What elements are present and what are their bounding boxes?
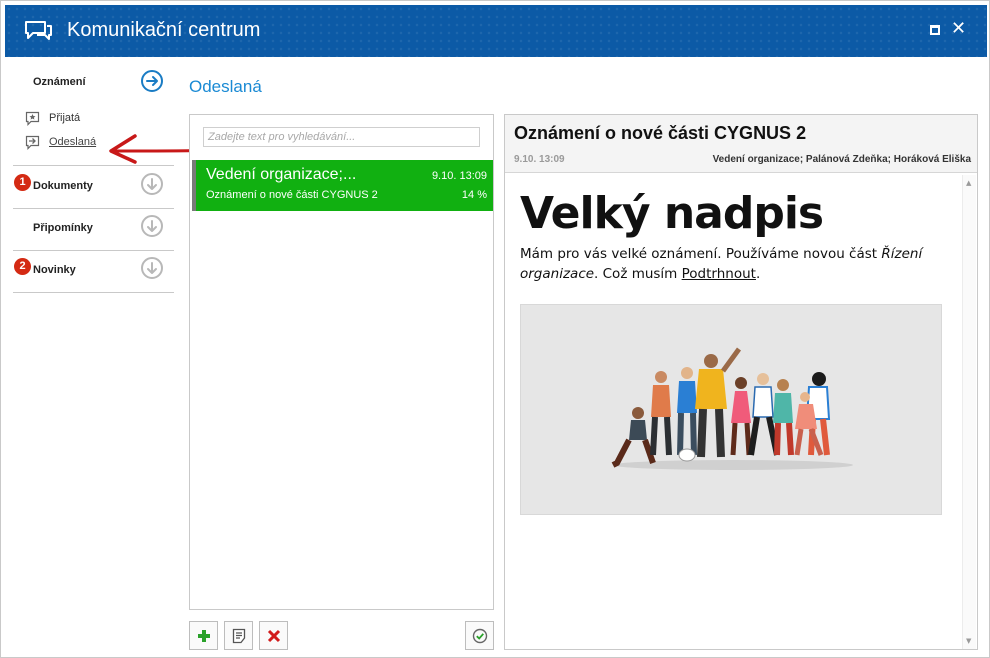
maximize-button[interactable] bbox=[930, 25, 940, 35]
scroll-up-icon[interactable]: ▲ bbox=[966, 179, 971, 187]
message-read-progress: 14 % bbox=[461, 189, 487, 201]
title-bar: Komunikační centrum ✕ bbox=[5, 5, 987, 57]
para-text: . bbox=[755, 266, 761, 282]
communication-window: Komunikační centrum ✕ Oznámení Přijatá O… bbox=[0, 0, 990, 658]
arrow-down-icon[interactable] bbox=[141, 173, 163, 195]
note-button[interactable] bbox=[224, 621, 253, 650]
confirm-button[interactable] bbox=[465, 621, 494, 650]
nav-section-reminders[interactable]: Připomínky bbox=[13, 209, 174, 251]
para-text: . Což musím bbox=[594, 266, 682, 282]
arrow-down-icon[interactable] bbox=[141, 257, 163, 279]
delete-button[interactable] bbox=[259, 621, 288, 650]
check-circle-icon bbox=[472, 628, 488, 644]
page-title: Odeslaná bbox=[189, 77, 262, 96]
plus-icon bbox=[198, 630, 210, 642]
nav-label-reminders: Připomínky bbox=[33, 222, 93, 234]
outbox-arrow-icon bbox=[25, 135, 41, 153]
message-list-panel: Zadejte text pro vyhledávání... Vedení o… bbox=[189, 114, 494, 610]
chat-bubbles-icon bbox=[23, 20, 53, 46]
arrow-down-icon[interactable] bbox=[141, 215, 163, 237]
scroll-down-icon[interactable]: ▼ bbox=[966, 637, 971, 645]
para-underlined: Podtrhnout bbox=[681, 266, 756, 282]
detail-header: Oznámení o nové části CYGNUS 2 9.10. 13:… bbox=[505, 115, 977, 173]
arrow-right-icon[interactable] bbox=[141, 70, 163, 92]
search-input[interactable]: Zadejte text pro vyhledávání... bbox=[203, 127, 480, 147]
add-button[interactable] bbox=[189, 621, 218, 650]
documents-badge: 1 bbox=[14, 174, 31, 191]
message-recipients: Vedení organizace;... bbox=[206, 166, 357, 183]
inbox-star-icon bbox=[25, 111, 41, 129]
detail-title: Oznámení o nové části CYGNUS 2 bbox=[514, 123, 807, 143]
message-subject: Oznámení o nové části CYGNUS 2 bbox=[206, 189, 378, 201]
nav-section-news[interactable]: 2 Novinky bbox=[13, 251, 174, 293]
sidebar-label-sent: Odeslaná bbox=[49, 136, 97, 148]
body-paragraph: Mám pro vás velké oznámení. Používáme no… bbox=[520, 244, 940, 284]
close-button[interactable]: ✕ bbox=[951, 19, 966, 39]
detail-recipients: Vedení organizace; Palánová Zdeňka; Horá… bbox=[712, 154, 971, 165]
detail-scrollbar[interactable]: ▲ ▼ bbox=[962, 175, 976, 649]
window-title: Komunikační centrum bbox=[67, 19, 261, 41]
message-date: 9.10. 13:09 bbox=[431, 170, 487, 182]
sidebar-label-received: Přijatá bbox=[49, 112, 81, 124]
note-icon bbox=[232, 628, 246, 644]
list-item[interactable]: Vedení organizace;... 9.10. 13:09 Oznáme… bbox=[192, 160, 493, 211]
news-badge: 2 bbox=[14, 258, 31, 275]
nav-label-documents: Dokumenty bbox=[33, 180, 93, 192]
delete-icon bbox=[267, 629, 281, 643]
message-detail-panel: Oznámení o nové části CYGNUS 2 9.10. 13:… bbox=[504, 114, 978, 650]
detail-date: 9.10. 13:09 bbox=[514, 154, 565, 165]
nav-label-announcements: Oznámení bbox=[33, 76, 86, 88]
people-illustration bbox=[520, 304, 942, 515]
body-heading: Velký nadpis bbox=[520, 188, 824, 239]
nav-label-news: Novinky bbox=[33, 264, 76, 276]
nav-section-documents[interactable]: 1 Dokumenty bbox=[13, 167, 174, 209]
para-text: Mám pro vás velké oznámení. Používáme no… bbox=[520, 246, 882, 262]
